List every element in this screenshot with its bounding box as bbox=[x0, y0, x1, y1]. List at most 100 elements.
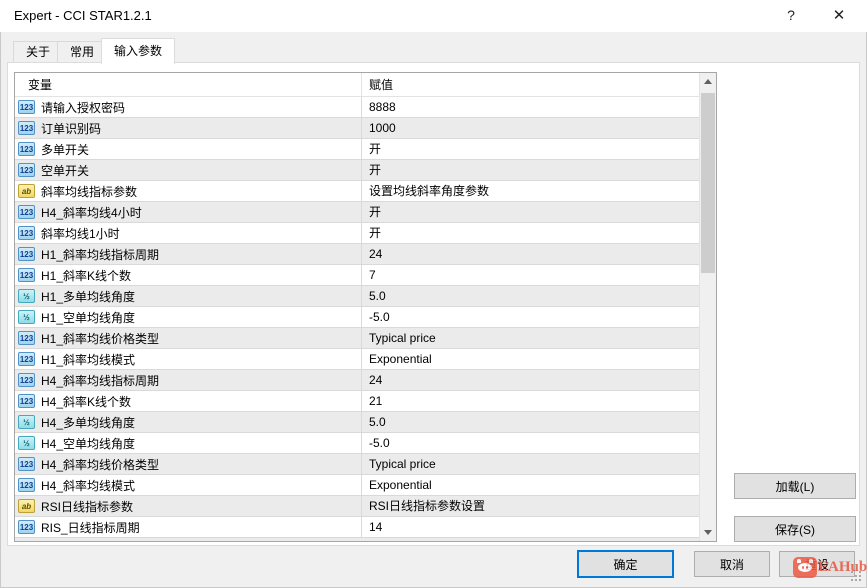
integer-param-icon: 123 bbox=[18, 121, 35, 135]
param-name-cell: ½ H4_多单均线角度 bbox=[15, 412, 361, 432]
param-name-cell: 123 H1_斜率均线指标周期 bbox=[15, 244, 361, 264]
table-row[interactable]: ½ H4_空单均线角度 -5.0 bbox=[15, 433, 700, 454]
save-button[interactable]: 保存(S) bbox=[734, 516, 856, 542]
param-value-cell[interactable]: 8888 bbox=[361, 97, 699, 117]
param-value-cell[interactable]: 14 bbox=[361, 517, 699, 537]
param-name: H1_斜率均线模式 bbox=[41, 352, 136, 367]
table-row[interactable]: 123 H4_斜率均线价格类型 Typical price bbox=[15, 454, 700, 475]
integer-param-icon: 123 bbox=[18, 352, 35, 366]
table-row[interactable]: ½ H4_多单均线角度 5.0 bbox=[15, 412, 700, 433]
table-row[interactable]: ab RSI日线指标参数 RSI日线指标参数设置 bbox=[15, 496, 700, 517]
param-name: H1_斜率均线指标周期 bbox=[41, 247, 160, 262]
param-name-cell: 123 H1_斜率均线模式 bbox=[15, 349, 361, 369]
param-value-cell[interactable]: 开 bbox=[361, 202, 699, 222]
param-name: H4_斜率均线4小时 bbox=[41, 205, 142, 220]
double-param-icon: ½ bbox=[18, 289, 35, 303]
param-value-cell[interactable]: 5.0 bbox=[361, 412, 699, 432]
column-header-variable[interactable]: 变量 bbox=[15, 73, 361, 96]
table-row[interactable]: 123 订单识别码 1000 bbox=[15, 118, 700, 139]
param-name-cell: 123 多单开关 bbox=[15, 139, 361, 159]
close-icon[interactable]: ✕ bbox=[819, 0, 859, 31]
param-name: H4_多单均线角度 bbox=[41, 415, 136, 430]
expert-properties-dialog: { "window": { "title": "Expert - CCI STA… bbox=[0, 0, 867, 588]
param-name-cell: ab 斜率均线指标参数 bbox=[15, 181, 361, 201]
param-value-cell[interactable]: 开 bbox=[361, 160, 699, 180]
double-param-icon: ½ bbox=[18, 415, 35, 429]
integer-param-icon: 123 bbox=[18, 457, 35, 471]
tab-common[interactable]: 常用 bbox=[57, 41, 108, 63]
tab-about[interactable]: 关于 bbox=[13, 41, 64, 63]
param-value-cell[interactable]: Exponential bbox=[361, 349, 699, 369]
param-value-cell[interactable]: 1000 bbox=[361, 118, 699, 138]
param-name: H4_斜率均线模式 bbox=[41, 478, 136, 493]
table-row[interactable]: 123 H4_斜率均线4小时 开 bbox=[15, 202, 700, 223]
cancel-button[interactable]: 取消 bbox=[694, 551, 770, 577]
table-header: 变量 赋值 bbox=[15, 73, 700, 97]
param-name-cell: 123 H4_斜率均线模式 bbox=[15, 475, 361, 495]
param-name: RSI日线指标参数 bbox=[41, 499, 134, 514]
param-name: 请输入授权密码 bbox=[41, 100, 126, 115]
param-table-body: 123 请输入授权密码 8888 123 订单识别码 1000 123 多单开关开 123 空单开… bbox=[15, 97, 700, 538]
table-row[interactable]: 123 H4_斜率均线模式 Exponential bbox=[15, 475, 700, 496]
vertical-scrollbar[interactable] bbox=[699, 73, 716, 541]
integer-param-icon: 123 bbox=[18, 247, 35, 261]
param-value-cell[interactable]: Exponential bbox=[361, 475, 699, 495]
integer-param-icon: 123 bbox=[18, 268, 35, 282]
table-row[interactable]: 123 H4_斜率K线个数 21 bbox=[15, 391, 700, 412]
param-value-cell[interactable]: -5.0 bbox=[361, 433, 699, 453]
param-name: H4_斜率K线个数 bbox=[41, 394, 132, 409]
window-title: Expert - CCI STAR1.2.1 bbox=[14, 8, 152, 23]
param-name: 斜率均线1小时 bbox=[41, 226, 120, 241]
resize-grip-icon[interactable] bbox=[851, 571, 863, 583]
param-value-cell[interactable]: Typical price bbox=[361, 454, 699, 474]
scrollbar-thumb[interactable] bbox=[701, 93, 716, 273]
ok-button[interactable]: 确定 bbox=[577, 550, 674, 578]
table-row[interactable]: ab 斜率均线指标参数 设置均线斜率角度参数 bbox=[15, 181, 700, 202]
param-value-cell[interactable]: Typical price bbox=[361, 328, 699, 348]
table-row[interactable]: ½ H1_多单均线角度 5.0 bbox=[15, 286, 700, 307]
table-row[interactable]: 123 RIS_日线指标周期 14 bbox=[15, 517, 700, 538]
integer-param-icon: 123 bbox=[18, 520, 35, 534]
param-name: RIS_日线指标周期 bbox=[41, 520, 140, 535]
integer-param-icon: 123 bbox=[18, 331, 35, 345]
help-icon[interactable]: ? bbox=[771, 0, 811, 31]
param-value-cell[interactable]: 开 bbox=[361, 139, 699, 159]
param-name: H1_斜率均线价格类型 bbox=[41, 331, 160, 346]
param-name-cell: ab RSI日线指标参数 bbox=[15, 496, 361, 516]
tab-inputs[interactable]: 输入参数 bbox=[101, 38, 176, 64]
table-row[interactable]: 123 空单开关 开 bbox=[15, 160, 700, 181]
table-row[interactable]: 123 H1_斜率均线指标周期 24 bbox=[15, 244, 700, 265]
scroll-up-button[interactable] bbox=[700, 73, 716, 90]
param-name-cell: 123 H4_斜率均线指标周期 bbox=[15, 370, 361, 390]
param-value-cell[interactable]: 设置均线斜率角度参数 bbox=[361, 181, 699, 201]
param-value-cell[interactable]: 5.0 bbox=[361, 286, 699, 306]
param-value-cell[interactable]: 24 bbox=[361, 370, 699, 390]
integer-param-icon: 123 bbox=[18, 163, 35, 177]
table-row[interactable]: 123 请输入授权密码 8888 bbox=[15, 97, 700, 118]
param-name: H1_空单均线角度 bbox=[41, 310, 136, 325]
param-value-cell[interactable]: -5.0 bbox=[361, 307, 699, 327]
param-value-cell[interactable]: 7 bbox=[361, 265, 699, 285]
table-row[interactable]: 123 H1_斜率均线价格类型 Typical price bbox=[15, 328, 700, 349]
table-row[interactable]: 123 多单开关 开 bbox=[15, 139, 700, 160]
table-row[interactable]: 123 H1_斜率均线模式 Exponential bbox=[15, 349, 700, 370]
title-bar: Expert - CCI STAR1.2.1 ? ✕ bbox=[0, 0, 867, 32]
reset-button[interactable]: 重设 bbox=[779, 551, 855, 577]
table-row[interactable]: 123 H1_斜率K线个数 7 bbox=[15, 265, 700, 286]
column-header-value[interactable]: 赋值 bbox=[361, 73, 699, 96]
scroll-down-button[interactable] bbox=[700, 524, 716, 541]
table-row[interactable]: 123 H4_斜率均线指标周期 24 bbox=[15, 370, 700, 391]
integer-param-icon: 123 bbox=[18, 373, 35, 387]
param-name: H1_多单均线角度 bbox=[41, 289, 136, 304]
param-value-cell[interactable]: 开 bbox=[361, 223, 699, 243]
param-value-cell[interactable]: 21 bbox=[361, 391, 699, 411]
load-button[interactable]: 加载(L) bbox=[734, 473, 856, 499]
param-name-cell: 123 H4_斜率K线个数 bbox=[15, 391, 361, 411]
param-value-cell[interactable]: 24 bbox=[361, 244, 699, 264]
table-row[interactable]: 123 斜率均线1小时 开 bbox=[15, 223, 700, 244]
param-name-cell: 123 RIS_日线指标周期 bbox=[15, 517, 361, 537]
param-value-cell[interactable]: RSI日线指标参数设置 bbox=[361, 496, 699, 516]
table-row[interactable]: ½ H1_空单均线角度 -5.0 bbox=[15, 307, 700, 328]
parameters-table: 变量 赋值 123 请输入授权密码 8888 123 订单识别码 1000 123 多单开关开… bbox=[14, 72, 717, 542]
integer-param-icon: 123 bbox=[18, 142, 35, 156]
